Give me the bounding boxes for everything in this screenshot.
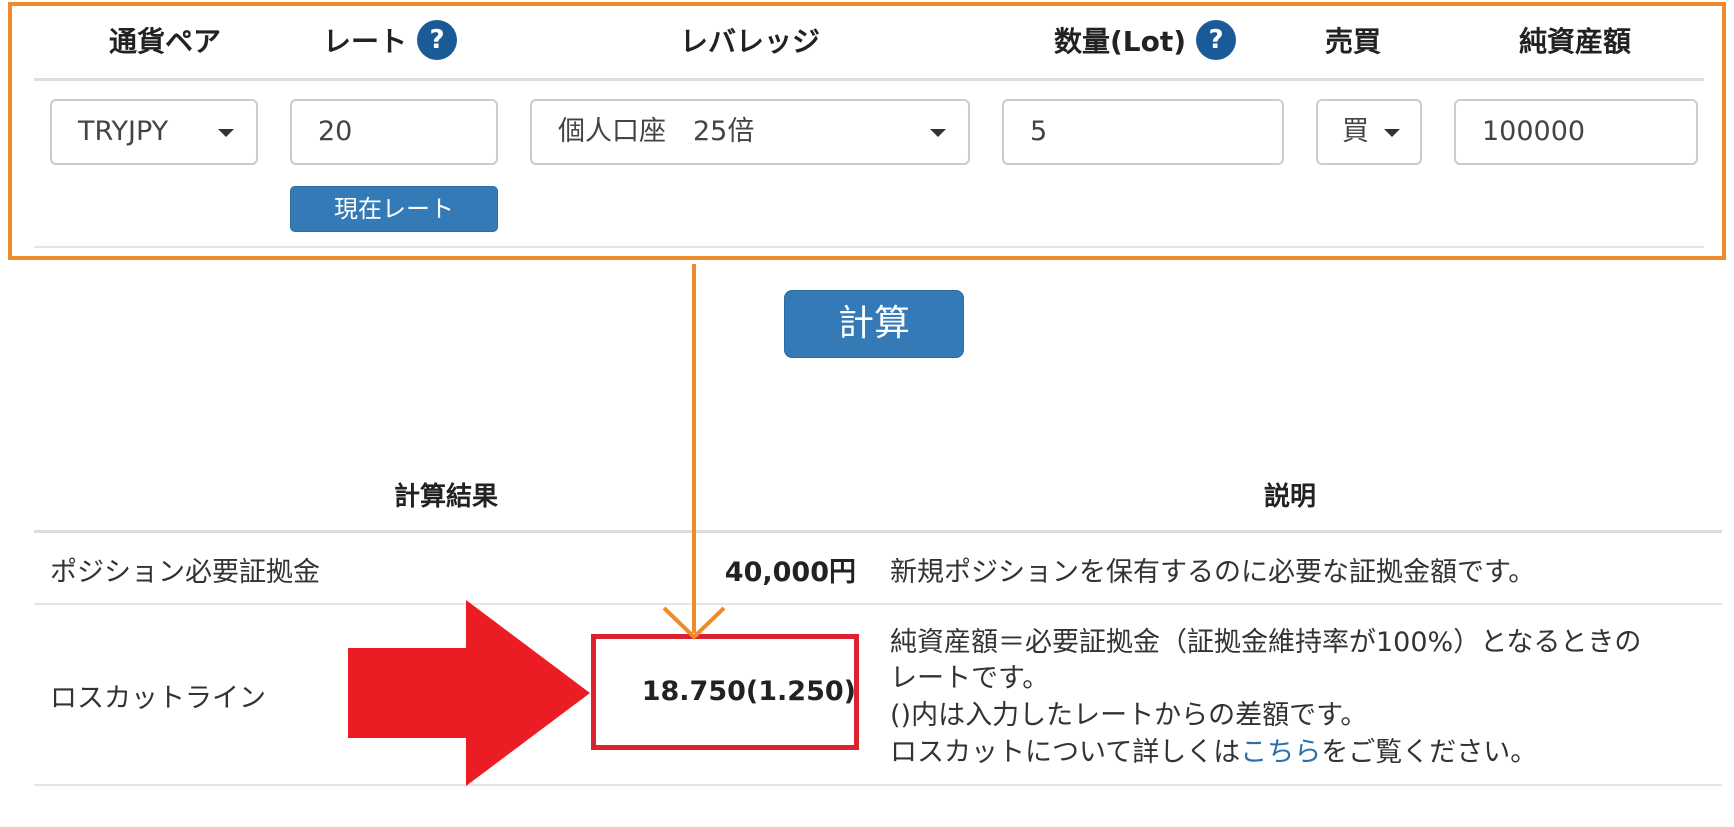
big-red-arrow-icon	[348, 600, 590, 786]
annotation-overlay	[348, 264, 726, 786]
arrow-down-icon	[662, 264, 726, 640]
